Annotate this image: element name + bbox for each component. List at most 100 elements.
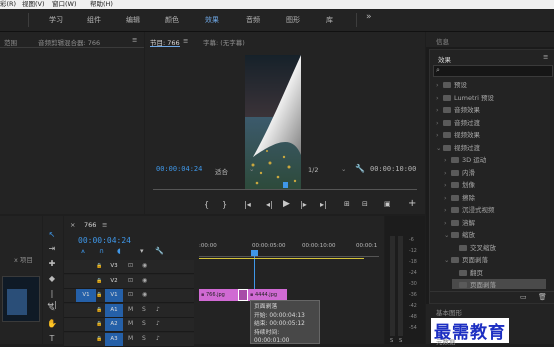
tab-captions[interactable]: 字幕: (无字幕) bbox=[203, 37, 245, 47]
workspace-tab-effects[interactable]: 效果 bbox=[205, 15, 219, 25]
pen-tool-icon[interactable]: ✎ bbox=[46, 303, 58, 314]
source-panel-menu-icon[interactable]: ≡ bbox=[132, 36, 137, 44]
timeline-close-icon[interactable]: × bbox=[70, 221, 75, 229]
track-header[interactable]: 🔒 V2 ⊡ ◉ bbox=[64, 274, 194, 289]
track-name[interactable]: A2 bbox=[105, 318, 123, 331]
effects-tree-item[interactable]: › 划像 bbox=[444, 179, 475, 189]
add-marker-icon[interactable]: ◖ bbox=[117, 247, 121, 255]
chevron-right-icon[interactable]: › bbox=[436, 94, 443, 102]
effects-tree-item[interactable]: › Lumetri 预设 bbox=[436, 92, 494, 102]
chevron-right-icon[interactable]: › bbox=[444, 156, 451, 164]
chevron-right-icon[interactable]: › bbox=[436, 119, 443, 127]
basic-graphics-tab[interactable]: 基本图形 bbox=[436, 307, 462, 317]
chevron-down-icon[interactable]: ⌄ bbox=[444, 231, 451, 239]
track-header[interactable]: 🔒 A3 M S ♪ bbox=[64, 332, 194, 347]
sync-icon[interactable]: ⊡ bbox=[128, 277, 133, 284]
fit-chevron-down-icon[interactable]: ⌄ bbox=[249, 165, 254, 173]
workspace-tab-libraries[interactable]: 库 bbox=[326, 15, 333, 25]
lock-icon[interactable]: 🔒 bbox=[96, 321, 102, 327]
workspace-more-button[interactable]: » bbox=[366, 12, 372, 22]
workspace-tab-editing[interactable]: 编辑 bbox=[126, 15, 140, 25]
workspace-tab-learn[interactable]: 学习 bbox=[49, 15, 63, 25]
timeline-current-time[interactable]: 00:00:04:24 bbox=[78, 236, 131, 245]
menu-item-view[interactable]: 视图(V) bbox=[22, 0, 45, 9]
program-scrub-bar[interactable] bbox=[153, 182, 417, 192]
track-name[interactable]: A1 bbox=[105, 303, 123, 317]
effects-tree-item[interactable]: ⌄ 缩放 bbox=[444, 229, 475, 239]
source-patch-v1[interactable]: V1 bbox=[76, 289, 96, 302]
type-tool-icon[interactable]: T bbox=[46, 333, 58, 344]
lock-icon[interactable]: 🔒 bbox=[96, 292, 102, 298]
program-playhead[interactable] bbox=[283, 182, 288, 188]
effects-tree-item[interactable]: › 音频效果 bbox=[436, 104, 480, 114]
timeline-menu-icon[interactable]: ≡ bbox=[102, 221, 107, 229]
chevron-down-icon[interactable]: ⌄ bbox=[444, 256, 451, 264]
effects-tree-item[interactable]: 页面剥落 bbox=[452, 279, 546, 289]
solo-button[interactable]: S bbox=[142, 306, 146, 313]
effects-search-input[interactable]: ⌕ bbox=[433, 65, 553, 77]
menu-item-help[interactable]: 帮助(H) bbox=[90, 0, 113, 9]
mark-in-icon[interactable]: { bbox=[204, 200, 209, 209]
chevron-right-icon[interactable]: › bbox=[444, 194, 451, 202]
timeline-ruler[interactable]: :00:00 00:00:05:00 00:00:10:00 00:00:1 bbox=[199, 238, 379, 258]
chevron-right-icon[interactable]: › bbox=[444, 181, 451, 189]
menu-item-color[interactable]: 彩(R) bbox=[0, 0, 16, 9]
metadata-tab[interactable]: 元数据 bbox=[436, 336, 456, 346]
track-header[interactable]: 🔒 A1 M S ♪ bbox=[64, 303, 194, 318]
effects-tree-item[interactable]: › 预设 bbox=[436, 79, 467, 89]
fit-select[interactable]: 适合 bbox=[215, 166, 228, 176]
effects-tree-item[interactable]: › 内滑 bbox=[444, 167, 475, 177]
timeline-clip[interactable]: ▪ 766.jpg bbox=[199, 289, 239, 301]
lock-icon[interactable]: 🔒 bbox=[96, 263, 102, 269]
chevron-right-icon[interactable]: › bbox=[444, 219, 451, 227]
sync-icon[interactable]: ⊡ bbox=[128, 262, 133, 269]
resolution-select[interactable]: 1/2 bbox=[308, 166, 318, 174]
slip-tool-icon[interactable]: |↔| bbox=[46, 288, 58, 309]
solo-left-button[interactable]: S bbox=[390, 338, 393, 344]
lock-icon[interactable]: 🔒 bbox=[96, 278, 102, 284]
solo-button[interactable]: S bbox=[142, 335, 146, 342]
info-panel-title[interactable]: 信息 bbox=[436, 36, 449, 46]
effects-tree-item[interactable]: › 溶解 bbox=[444, 217, 475, 227]
hand-tool-icon[interactable]: ✋ bbox=[46, 318, 58, 329]
program-current-time[interactable]: 00:00:04:24 bbox=[156, 165, 202, 173]
export-frame-icon[interactable]: ▣ bbox=[384, 200, 391, 208]
project-panel-label[interactable]: x 项目 bbox=[14, 254, 33, 264]
resolution-chevron-down-icon[interactable]: ⌄ bbox=[341, 165, 346, 173]
tab-audio-clip-mixer[interactable]: 音频剪辑混合器: 766 bbox=[38, 37, 100, 47]
chevron-right-icon[interactable]: › bbox=[444, 206, 451, 214]
workspace-tab-audio[interactable]: 音频 bbox=[246, 15, 260, 25]
mute-button[interactable]: M bbox=[128, 320, 133, 327]
solo-button[interactable]: S bbox=[142, 320, 146, 327]
mute-button[interactable]: M bbox=[128, 335, 133, 342]
chevron-right-icon[interactable]: › bbox=[436, 81, 443, 89]
add-button-program[interactable]: + bbox=[408, 198, 416, 209]
lock-icon[interactable]: 🔒 bbox=[96, 307, 102, 313]
effects-tree-item[interactable]: 交叉缩放 bbox=[452, 242, 496, 252]
effects-tree-item[interactable]: ⌄ 页面剥落 bbox=[444, 254, 488, 264]
effects-tree-item[interactable]: › 沉浸式视频 bbox=[444, 204, 495, 214]
effects-tree-item[interactable]: › 音频过渡 bbox=[436, 117, 480, 127]
linked-selection-icon[interactable]: ∩ bbox=[99, 247, 104, 255]
lift-icon[interactable]: ⊞ bbox=[344, 200, 350, 208]
track-header[interactable]: V1 🔒 V1 ⊡ ◉ bbox=[64, 289, 194, 303]
delete-icon[interactable]: 🗑 bbox=[538, 293, 547, 301]
eye-icon[interactable]: ◉ bbox=[142, 291, 147, 298]
workspace-tab-assembly[interactable]: 组件 bbox=[87, 15, 101, 25]
effects-panel-title[interactable]: 效果 bbox=[438, 54, 451, 64]
wrench-icon[interactable]: 🔧 bbox=[355, 164, 365, 173]
go-to-out-icon[interactable]: ▸| bbox=[320, 200, 327, 209]
track-name[interactable]: V2 bbox=[105, 275, 123, 288]
program-menu-icon[interactable]: ≡ bbox=[183, 37, 188, 45]
effects-tree-item[interactable]: › 擦除 bbox=[444, 192, 475, 202]
extract-icon[interactable]: ⊟ bbox=[362, 200, 368, 208]
ripple-edit-tool-icon[interactable]: ✚ bbox=[46, 258, 58, 269]
track-header[interactable]: 🔒 V3 ⊡ ◉ bbox=[64, 260, 194, 274]
mark-out-icon[interactable]: } bbox=[222, 200, 227, 209]
razor-tool-icon[interactable]: ◆ bbox=[46, 273, 58, 284]
effects-tree-item[interactable]: › 视频效果 bbox=[436, 129, 480, 139]
track-header[interactable]: 🔒 A2 M S ♪ bbox=[64, 318, 194, 332]
effects-tree-item[interactable]: 翻页 bbox=[452, 267, 483, 277]
workspace-tab-graphics[interactable]: 图形 bbox=[286, 15, 300, 25]
new-bin-icon[interactable]: ▭ bbox=[520, 293, 527, 301]
